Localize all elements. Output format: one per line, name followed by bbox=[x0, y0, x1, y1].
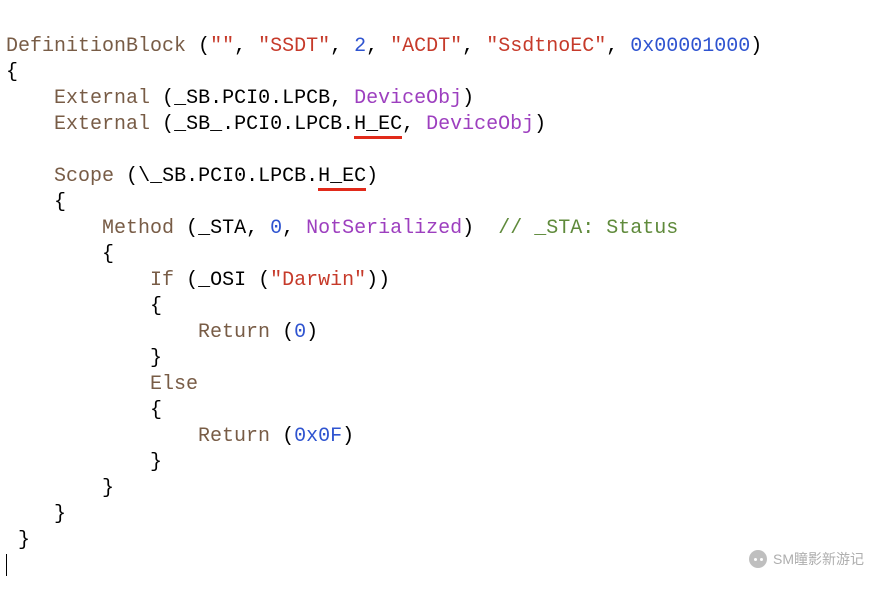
kw-scope: Scope bbox=[54, 165, 114, 188]
punct bbox=[150, 113, 162, 136]
brace-close: } bbox=[150, 451, 162, 474]
brace-open: { bbox=[150, 295, 162, 318]
indent bbox=[6, 503, 54, 526]
punct: , bbox=[366, 35, 390, 58]
num-2: 2 bbox=[354, 35, 366, 58]
punct: ) bbox=[534, 113, 546, 136]
punct: ( bbox=[162, 113, 174, 136]
punct: ) bbox=[366, 165, 378, 188]
punct: ( bbox=[258, 269, 270, 292]
punct: )) bbox=[366, 269, 390, 292]
indent bbox=[6, 373, 150, 396]
punct: ( bbox=[282, 425, 294, 448]
indent bbox=[6, 269, 150, 292]
num-zero: 0 bbox=[270, 217, 282, 240]
indent bbox=[6, 477, 102, 500]
punct: ) bbox=[750, 35, 762, 58]
punct bbox=[114, 165, 126, 188]
brace-open: { bbox=[150, 399, 162, 422]
punct: ) bbox=[306, 321, 318, 344]
punct bbox=[246, 269, 258, 292]
ident-h-ec-underlined: H_EC bbox=[354, 113, 402, 139]
brace-open: { bbox=[102, 243, 114, 266]
wechat-icon bbox=[749, 550, 767, 568]
ident-path-pre: _SB_.PCI0.LPCB. bbox=[174, 113, 354, 136]
punct: ( bbox=[186, 217, 198, 240]
kw-deviceobj: DeviceObj bbox=[426, 113, 534, 136]
punct: , bbox=[234, 35, 258, 58]
punct bbox=[186, 35, 198, 58]
indent bbox=[6, 243, 102, 266]
punct: ( bbox=[162, 87, 174, 110]
kw-method: Method bbox=[102, 217, 174, 240]
punct: , bbox=[282, 217, 306, 240]
punct: ( bbox=[282, 321, 294, 344]
punct: , bbox=[246, 217, 270, 240]
punct: ) bbox=[462, 217, 474, 240]
str-empty: "" bbox=[210, 35, 234, 58]
punct bbox=[174, 269, 186, 292]
kw-definitionblock: DefinitionBlock bbox=[6, 35, 186, 58]
indent bbox=[6, 113, 54, 136]
kw-notserialized: NotSerialized bbox=[306, 217, 462, 240]
punct: ( bbox=[186, 269, 198, 292]
brace-close: } bbox=[102, 477, 114, 500]
ident-scope-pre: \_SB.PCI0.LPCB. bbox=[138, 165, 318, 188]
indent bbox=[6, 321, 198, 344]
kw-return: Return bbox=[198, 425, 270, 448]
indent bbox=[6, 295, 150, 318]
indent bbox=[6, 165, 54, 188]
indent bbox=[6, 451, 150, 474]
str-acdt: "ACDT" bbox=[390, 35, 462, 58]
punct bbox=[270, 425, 282, 448]
brace-close: } bbox=[54, 503, 66, 526]
punct: , bbox=[330, 87, 354, 110]
punct bbox=[270, 321, 282, 344]
kw-if: If bbox=[150, 269, 174, 292]
indent bbox=[6, 191, 54, 214]
indent bbox=[6, 399, 150, 422]
brace-close-outer: } bbox=[6, 529, 30, 552]
punct bbox=[174, 217, 186, 240]
brace-open: { bbox=[54, 191, 66, 214]
punct: ) bbox=[462, 87, 474, 110]
kw-return: Return bbox=[198, 321, 270, 344]
indent bbox=[6, 217, 102, 240]
punct: ( bbox=[198, 35, 210, 58]
punct: , bbox=[402, 113, 426, 136]
kw-deviceobj: DeviceObj bbox=[354, 87, 462, 110]
kw-external: External bbox=[54, 113, 150, 136]
num-tablerev: 0x00001000 bbox=[630, 35, 750, 58]
str-ssdtnoec: "SsdtnoEC" bbox=[486, 35, 606, 58]
punct: , bbox=[330, 35, 354, 58]
text-cursor bbox=[6, 554, 7, 576]
num-0x0f: 0x0F bbox=[294, 425, 342, 448]
num-zero2: 0 bbox=[294, 321, 306, 344]
ident-path: _SB.PCI0.LPCB bbox=[174, 87, 330, 110]
watermark: SM瞳影新游记 bbox=[749, 546, 864, 572]
punct bbox=[150, 87, 162, 110]
punct: , bbox=[606, 35, 630, 58]
punct: ( bbox=[126, 165, 138, 188]
brace-open: { bbox=[6, 61, 18, 84]
str-darwin: "Darwin" bbox=[270, 269, 366, 292]
punct: ) bbox=[342, 425, 354, 448]
indent bbox=[6, 87, 54, 110]
kw-else: Else bbox=[150, 373, 198, 396]
punct: , bbox=[462, 35, 486, 58]
kw-external: External bbox=[54, 87, 150, 110]
code-block: DefinitionBlock ("", "SSDT", 2, "ACDT", … bbox=[0, 0, 892, 589]
watermark-text: SM瞳影新游记 bbox=[773, 546, 864, 572]
str-ssdt: "SSDT" bbox=[258, 35, 330, 58]
ident-scope-hec-underlined: H_EC bbox=[318, 165, 366, 191]
ident-osi: _OSI bbox=[198, 269, 246, 292]
comment-sta: // _STA: Status bbox=[498, 217, 678, 240]
brace-close: } bbox=[150, 347, 162, 370]
indent bbox=[6, 425, 198, 448]
indent bbox=[6, 347, 150, 370]
spaces bbox=[474, 217, 498, 240]
ident-sta: _STA bbox=[198, 217, 246, 240]
